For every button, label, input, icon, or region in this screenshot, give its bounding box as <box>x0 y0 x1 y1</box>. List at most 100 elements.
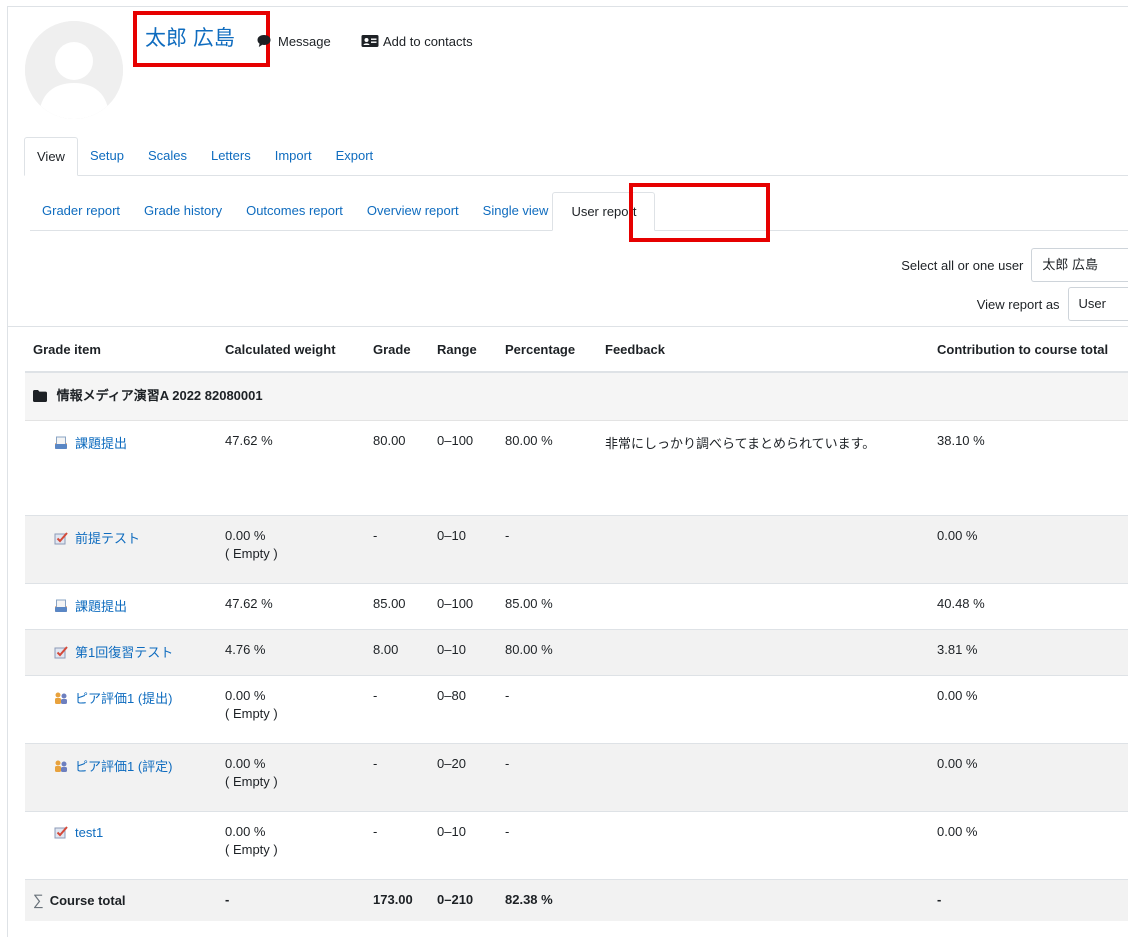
speech-bubble-icon <box>256 33 272 49</box>
grade-item-link[interactable]: 第1回復習テスト <box>75 645 173 660</box>
empty-note: ( Empty ) <box>225 773 278 789</box>
folder-icon <box>33 390 47 405</box>
tab-letters[interactable]: Letters <box>199 137 263 175</box>
quiz-icon <box>53 530 69 546</box>
assignment-icon <box>53 598 69 614</box>
view-as-row: View report as User <box>977 287 1128 321</box>
grade-item-link[interactable]: ピア評価1 (提出) <box>75 691 173 706</box>
feedback-cell <box>597 675 929 744</box>
range-cell: 0–100 <box>429 420 497 516</box>
total-weight: - <box>217 879 365 921</box>
weight-value: 47.62 % <box>225 595 273 611</box>
grade-item-row: ピア評価1 (提出) 0.00 % ( Empty ) -0–80- 0.00 % <box>25 675 1128 744</box>
user-report-table: Grade item Calculated weight Grade Range… <box>25 327 1128 921</box>
message-button[interactable]: Message <box>256 33 331 49</box>
weight-cell: 47.62 % <box>217 420 365 516</box>
grade-cell: - <box>365 515 429 584</box>
grade-item-link[interactable]: ピア評価1 (評定) <box>75 759 173 774</box>
total-grade: 173.00 <box>365 879 429 921</box>
contribution-cell: 0.00 % <box>929 515 1128 584</box>
highlight-box-name <box>133 11 270 67</box>
grade-item-link[interactable]: 課題提出 <box>75 599 127 614</box>
grade-cell: - <box>365 811 429 880</box>
sigma-icon: ∑ <box>33 891 44 909</box>
contribution-cell: 3.81 % <box>929 629 1128 676</box>
grade-cell: 85.00 <box>365 583 429 630</box>
user-selector-label: Select all or one user <box>901 257 1024 273</box>
grade-cell: 80.00 <box>365 420 429 516</box>
feedback-cell: 非常にしっかり調べらてまとめられています。 <box>597 420 929 516</box>
category-row: 情報メディア演習A 2022 82080001 <box>25 372 1128 421</box>
grade-item-link[interactable]: test1 <box>75 825 103 840</box>
range-cell: 0–10 <box>429 811 497 880</box>
add-to-contacts-label: Add to contacts <box>383 33 473 49</box>
view-as-select[interactable]: User <box>1067 287 1128 321</box>
tab-import[interactable]: Import <box>263 137 324 175</box>
col-grade: Grade <box>365 327 429 373</box>
tab-single-view[interactable]: Single view <box>471 192 553 230</box>
grade-item-row: 前提テスト 0.00 % ( Empty ) -0–10- 0.00 % <box>25 515 1128 584</box>
table-header-row: Grade item Calculated weight Grade Range… <box>25 327 1128 373</box>
contribution-cell: 38.10 % <box>929 420 1128 516</box>
tab-grade-history[interactable]: Grade history <box>132 192 234 230</box>
range-cell: 0–80 <box>429 675 497 744</box>
primary-tabs: View Setup Scales Letters Import Export <box>24 137 1128 176</box>
weight-cell: 0.00 % ( Empty ) <box>217 811 365 880</box>
grade-cell: 8.00 <box>365 629 429 676</box>
tab-view[interactable]: View <box>24 137 78 176</box>
grade-item-row: 課題提出 47.62 % 85.00 0–100 85.00 % 40.48 % <box>25 583 1128 630</box>
percentage-cell: 80.00 % <box>497 420 597 516</box>
tab-overview-report[interactable]: Overview report <box>355 192 471 230</box>
weight-value: 0.00 % <box>225 687 266 703</box>
col-range: Range <box>429 327 497 373</box>
avatar <box>25 21 123 119</box>
percentage-cell: - <box>497 811 597 880</box>
add-to-contacts-button[interactable]: Add to contacts <box>361 33 473 49</box>
address-card-icon <box>361 33 379 49</box>
percentage-cell: 85.00 % <box>497 583 597 630</box>
grade-item-cell: 課題提出 <box>25 583 217 630</box>
total-feedback <box>597 879 929 921</box>
grade-item-link[interactable]: 課題提出 <box>75 436 127 451</box>
total-label-cell: ∑ Course total <box>25 879 217 921</box>
grade-item-cell: 前提テスト <box>25 515 217 584</box>
grade-item-row: ピア評価1 (評定) 0.00 % ( Empty ) -0–20- 0.00 % <box>25 743 1128 812</box>
range-cell: 0–100 <box>429 583 497 630</box>
weight-cell: 4.76 % <box>217 629 365 676</box>
grade-item-row: 第1回復習テスト 4.76 % 8.00 0–10 80.00 % 3.81 % <box>25 629 1128 676</box>
grade-item-link[interactable]: 前提テスト <box>75 531 140 546</box>
percentage-cell: - <box>497 515 597 584</box>
weight-cell: 47.62 % <box>217 583 365 630</box>
tab-scales[interactable]: Scales <box>136 137 199 175</box>
quiz-icon <box>53 644 69 660</box>
weight-cell: 0.00 % ( Empty ) <box>217 515 365 584</box>
grade-cell: - <box>365 743 429 812</box>
category-name: 情報メディア演習A 2022 82080001 <box>56 388 263 403</box>
total-percentage: 82.38 % <box>497 879 597 921</box>
grade-item-cell: ピア評価1 (提出) <box>25 675 217 744</box>
total-label: Course total <box>49 892 126 908</box>
percentage-cell: - <box>497 675 597 744</box>
grade-item-cell: 第1回復習テスト <box>25 629 217 676</box>
user-select[interactable]: 太郎 広島 <box>1031 248 1128 282</box>
tab-export[interactable]: Export <box>324 137 386 175</box>
grade-item-row: test1 0.00 % ( Empty ) -0–10- 0.00 % <box>25 811 1128 880</box>
empty-note: ( Empty ) <box>225 841 278 857</box>
weight-value: 0.00 % <box>225 527 266 543</box>
grade-item-row: 課題提出 47.62 % 80.00 0–100 80.00 % 非常にしっかり調べらてま… <box>25 420 1128 516</box>
tab-setup[interactable]: Setup <box>78 137 136 175</box>
contribution-cell: 0.00 % <box>929 675 1128 744</box>
view-as-label: View report as <box>976 296 1060 312</box>
weight-cell: 0.00 % ( Empty ) <box>217 675 365 744</box>
col-calculated-weight: Calculated weight <box>217 327 365 373</box>
highlight-box-user-report <box>629 183 770 242</box>
message-label: Message <box>278 33 331 49</box>
col-contribution: Contribution to course total <box>929 327 1128 373</box>
grade-item-cell: ピア評価1 (評定) <box>25 743 217 812</box>
weight-value: 47.62 % <box>225 432 273 448</box>
assignment-icon <box>53 435 69 451</box>
tab-outcomes-report[interactable]: Outcomes report <box>234 192 355 230</box>
total-contribution: - <box>929 879 1128 921</box>
tab-grader-report[interactable]: Grader report <box>30 192 132 230</box>
quiz-icon <box>53 824 69 840</box>
